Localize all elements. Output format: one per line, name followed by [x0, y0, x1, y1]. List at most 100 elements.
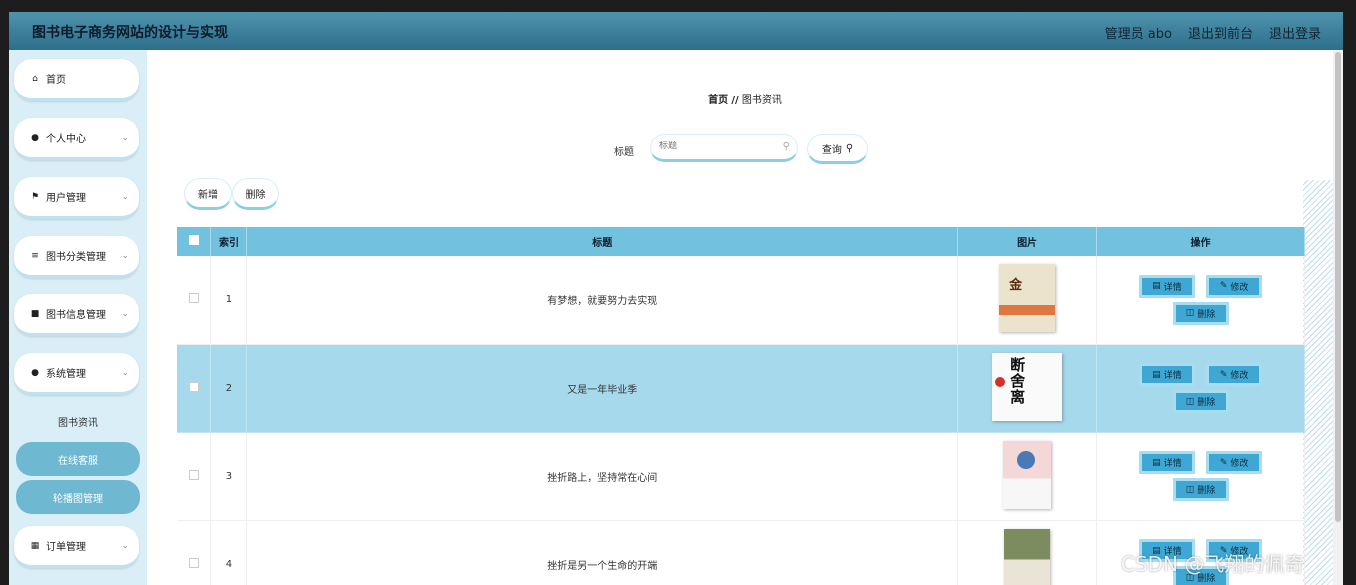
user-icon: ● [31, 132, 39, 143]
row-checkbox[interactable] [188, 381, 199, 392]
trash-icon: ◫ [1185, 484, 1195, 495]
trash-icon: ◫ [1185, 396, 1195, 407]
main-content: 首页 // 图书资讯 标题 ⚲ 查询 ⚲ 新增 删除 索引 标题 图片 [147, 50, 1343, 585]
row-title: 挫折路上，坚持常在心间 [246, 432, 959, 521]
column-header-index: 索引 [210, 227, 248, 256]
select-all-checkbox-cell [177, 227, 212, 256]
detail-button[interactable]: ▤ 详情 [1138, 363, 1195, 386]
sidebar-item-label: 系统管理 [46, 369, 86, 380]
breadcrumb-current: 图书资讯 [741, 95, 782, 106]
chevron-down-icon: ⌄ [121, 540, 129, 551]
sidebar: ⌂ 首页 ● 个人中心 ⌄ ⚑ 用户管理 ⌄ ≡ 图书分类管理 ⌄ ■ 图书信息… [9, 50, 147, 585]
file-icon: ▤ [1152, 369, 1161, 380]
row-index: 1 [210, 256, 248, 345]
row-index: 4 [210, 520, 248, 585]
logout-link[interactable]: 退出登录 [1269, 23, 1321, 42]
home-icon: ⌂ [32, 73, 38, 84]
search-input[interactable] [659, 141, 774, 151]
app-title: 图书电子商务网站的设计与实现 [32, 25, 228, 41]
trash-icon: ◫ [1185, 308, 1195, 319]
row-delete-button[interactable]: ◫ 删除 [1172, 390, 1229, 413]
sidebar-item-home[interactable]: ⌂ 首页 [14, 59, 139, 101]
add-button[interactable]: 新增 [184, 178, 232, 210]
search-icon: ⚲ [845, 142, 854, 154]
select-all-checkbox[interactable] [188, 235, 199, 245]
row-checkbox[interactable] [188, 557, 199, 568]
row-title: 又是一年毕业季 [246, 344, 959, 433]
book-cover-image [1003, 440, 1052, 509]
row-image-cell [957, 520, 1098, 585]
book-cover-badge [995, 376, 1006, 387]
row-actions-cell: ▤ 详情 ✎ 修改 ◫ 删除 [1096, 344, 1305, 433]
row-checkbox-cell [177, 256, 212, 345]
vertical-scrollbar[interactable] [1333, 50, 1343, 585]
search-icon: ⚲ [782, 141, 790, 152]
pencil-icon: ✎ [1219, 281, 1228, 292]
row-index: 2 [210, 344, 248, 433]
row-image-cell [957, 432, 1098, 521]
breadcrumb-separator: // [731, 95, 739, 106]
column-header-actions: 操作 [1096, 227, 1305, 256]
detail-button-label: 详情 [1163, 371, 1182, 381]
sidebar-item-user-management[interactable]: ⚑ 用户管理 ⌄ [14, 177, 139, 219]
row-delete-button-label: 删除 [1197, 398, 1216, 408]
row-actions-cell: ▤ 详情 ✎ 修改 ◫ 删除 [1096, 256, 1305, 345]
sidebar-item-label: 首页 [46, 75, 66, 86]
chevron-down-icon: ⌄ [121, 250, 129, 261]
edit-button-label: 修改 [1230, 371, 1249, 381]
sidebar-subitem-online-service[interactable]: 在线客服 [16, 442, 140, 476]
book-cover-text: 断舍离 [1010, 355, 1026, 406]
message-icon: ■ [30, 308, 40, 319]
book-cover-image: 断舍离 [992, 352, 1063, 421]
row-actions-cell: ▤ 详情 ✎ 修改 ◫ 删除 [1096, 432, 1305, 521]
row-checkbox-cell [177, 432, 212, 521]
sidebar-item-personal-center[interactable]: ● 个人中心 ⌄ [14, 118, 139, 160]
sidebar-item-system-management[interactable]: ● 系统管理 ⌄ [14, 353, 139, 395]
sidebar-item-label: 用户管理 [46, 193, 86, 204]
row-delete-button-label: 删除 [1197, 309, 1216, 320]
row-image-cell: 断舍离 [957, 344, 1098, 433]
scrollbar-thumb[interactable] [1335, 52, 1341, 522]
sidebar-subitem-carousel[interactable]: 轮播图管理 [16, 480, 140, 514]
detail-button[interactable]: ▤ 详情 [1138, 451, 1195, 474]
edit-button[interactable]: ✎ 修改 [1206, 451, 1263, 474]
file-icon: ▤ [1152, 457, 1161, 468]
sidebar-item-label: 图书分类管理 [46, 252, 106, 263]
sidebar-item-label: 个人中心 [46, 134, 86, 145]
delete-button[interactable]: 删除 [232, 178, 279, 210]
app-window: 图书电子商务网站的设计与实现 管理员 abo 退出到前台 退出登录 ⌂ 首页 ●… [9, 12, 1343, 585]
detail-button-label: 详情 [1163, 459, 1182, 469]
row-index: 3 [210, 432, 248, 521]
detail-button[interactable]: ▤ 详情 [1138, 274, 1195, 298]
edit-button-label: 修改 [1230, 282, 1249, 293]
breadcrumb-home[interactable]: 首页 [708, 95, 728, 106]
watermark: CSDN @飞翔的佩奇 [1121, 552, 1305, 576]
chevron-down-icon: ⌄ [121, 308, 129, 319]
table-row[interactable]: 1 有梦想，就要努力去实现 金 ▤ 详情 ✎ 修改 ◫ 删除 [177, 256, 1305, 345]
sidebar-item-order-management[interactable]: ▦ 订单管理 ⌄ [14, 526, 139, 568]
table-row[interactable]: 2 又是一年毕业季 断舍离 ▤ 详情 ✎ 修改 ◫ 删除 [177, 344, 1305, 433]
sidebar-subitem-book-news[interactable]: 图书资讯 [16, 404, 140, 438]
book-cover-text: 金 [1009, 278, 1023, 294]
back-to-front-link[interactable]: 退出到前台 [1188, 23, 1253, 42]
row-delete-button-label: 删除 [1197, 486, 1216, 496]
table-row[interactable]: 3 挫折路上，坚持常在心间 ▤ 详情 ✎ 修改 ◫ 删除 [177, 432, 1305, 521]
book-cover-image [1004, 528, 1051, 585]
book-cover-flower [1017, 450, 1036, 469]
admin-user-label[interactable]: 管理员 abo [1105, 23, 1172, 42]
row-delete-button[interactable]: ◫ 删除 [1172, 301, 1229, 325]
decorative-stripes [1303, 180, 1333, 585]
pencil-icon: ✎ [1219, 369, 1228, 380]
sidebar-item-book-info[interactable]: ■ 图书信息管理 ⌄ [14, 294, 139, 336]
row-checkbox[interactable] [188, 469, 199, 480]
row-checkbox[interactable] [188, 293, 199, 304]
top-links: 管理员 abo 退出到前台 退出登录 [1105, 23, 1321, 42]
sidebar-item-book-category[interactable]: ≡ 图书分类管理 ⌄ [14, 236, 139, 278]
query-button[interactable]: 查询 ⚲ [807, 134, 868, 164]
sliders-icon: ≡ [31, 250, 39, 261]
search-field[interactable]: ⚲ [650, 134, 798, 162]
edit-button[interactable]: ✎ 修改 [1206, 274, 1263, 298]
user-icon: ● [31, 367, 39, 378]
edit-button[interactable]: ✎ 修改 [1206, 363, 1263, 386]
row-delete-button[interactable]: ◫ 删除 [1172, 478, 1229, 501]
